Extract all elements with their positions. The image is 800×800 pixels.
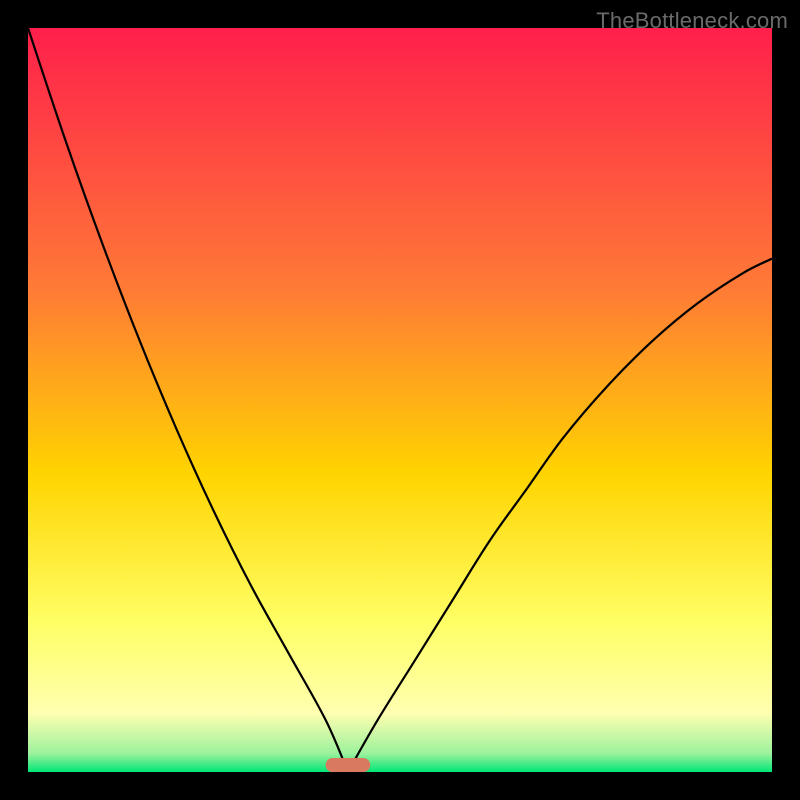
chart-container: TheBottleneck.com [0,0,800,800]
plot-area [28,28,772,772]
minimum-marker [326,758,371,772]
gradient-background [28,28,772,772]
plot-svg [28,28,772,772]
watermark-text: TheBottleneck.com [596,8,788,34]
